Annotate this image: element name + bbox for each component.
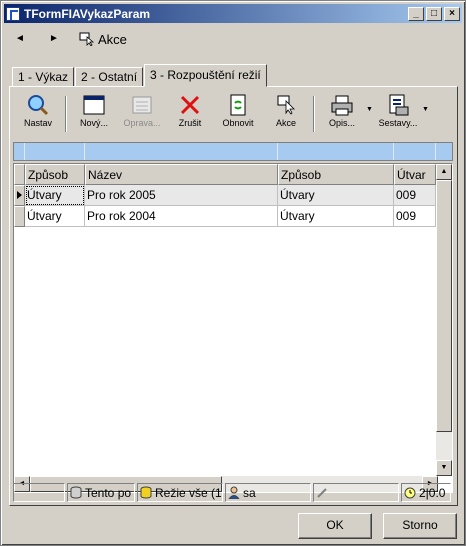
akce-label: Akce [275,118,296,128]
column-header[interactable]: Útvar [394,164,436,185]
data-grid[interactable]: Způsob Název Způsob Útvar Útvary Pro rok… [13,163,453,493]
table-cell[interactable]: Útvary [25,185,85,206]
vertical-scroll-thumb[interactable] [436,180,452,432]
close-button[interactable]: × [444,6,460,21]
filter-bar[interactable] [13,142,453,161]
table-row[interactable]: Útvary Pro rok 2005 Útvary 009 [14,185,436,206]
nav-bar: ◄ ► Akce [9,28,127,50]
column-header[interactable]: Způsob [278,164,394,185]
refresh-icon [226,94,250,116]
maximize-button[interactable]: □ [426,6,442,21]
printer-icon [330,94,354,116]
novy-button[interactable]: Nový... [70,92,118,136]
column-header[interactable]: Způsob [25,164,85,185]
sestavy-dropdown-icon[interactable]: ▼ [422,106,430,113]
opis-dropdown-icon[interactable]: ▼ [366,106,374,113]
column-header[interactable]: Název [85,164,278,185]
opis-button[interactable]: Opis... [318,92,366,136]
status-rezie-label: Režie vše (1 [155,485,222,500]
toolbar-separator [65,96,67,132]
table-cell[interactable]: Pro rok 2004 [85,206,278,227]
title-bar[interactable]: TFormFIAVykazParam _ □ × [4,4,462,23]
toolbar: Nastav Nový... Oprava... Zrušit Obnovit … [14,92,454,138]
edit-form-icon [130,94,154,116]
magnifier-icon [26,94,50,116]
zrusit-button[interactable]: Zrušit [166,92,214,136]
user-icon [228,486,240,500]
table-cell[interactable]: 009 [394,206,436,227]
table-cell[interactable]: Útvary [278,185,394,206]
pointer-cursor-icon [79,32,95,47]
sestavy-button[interactable]: Sestavy... [374,92,422,136]
status-clock-label: 2|0:0 [419,485,446,500]
new-window-icon [82,94,106,116]
row-indicator [14,185,25,206]
header-indicator [14,164,25,185]
table-cell[interactable]: Útvary [278,206,394,227]
novy-label: Nový... [79,118,108,128]
filter-cell[interactable] [278,143,394,160]
window-title: TFormFIAVykazParam [24,6,151,21]
storno-button[interactable]: Storno [383,513,457,539]
status-user-label: sa [243,485,256,500]
obnovit-button[interactable]: Obnovit [214,92,262,136]
database-icon [70,486,82,499]
clock-icon [404,486,416,499]
ok-button[interactable]: OK [298,513,372,539]
tab-rozpousteni-rezii[interactable]: 3 - Rozpouštění režií [144,64,267,87]
filter-cell[interactable] [14,143,25,160]
table-row[interactable]: Útvary Pro rok 2004 Útvary 009 [14,206,436,227]
tab-strip: 1 - Výkaz 2 - Ostatní 3 - Rozpouštění re… [12,64,268,87]
app-icon [6,6,20,21]
akce-menu-button[interactable]: Akce [79,32,127,47]
delete-x-icon [178,94,202,116]
nastav-label: Nastav [23,118,52,128]
opis-label: Opis... [328,118,355,128]
status-panel-empty [13,483,65,502]
sestavy-label: Sestavy... [378,118,418,128]
filter-cell[interactable] [25,143,85,160]
akce-label: Akce [98,31,127,47]
status-panel-database: Tento po [67,483,135,502]
zrusit-label: Zrušit [178,118,202,128]
status-panel-tool [313,483,399,502]
vertical-scrollbar[interactable]: ▲ ▼ [436,164,452,476]
pen-tool-icon [316,486,328,499]
tab-page: Nastav Nový... Oprava... Zrušit Obnovit … [9,86,458,506]
oprava-label: Oprava... [123,118,161,128]
forward-arrow-icon[interactable]: ► [43,28,65,50]
main-window: TFormFIAVykazParam _ □ × ◄ ► Akce 1 - Vý… [0,0,466,546]
back-arrow-icon[interactable]: ◄ [9,28,31,50]
yellow-database-icon [140,486,152,499]
status-panel-user: sa [225,483,311,502]
dialog-footer: OK Storno [1,509,465,545]
scroll-down-icon[interactable]: ▼ [436,460,452,476]
status-database-label: Tento po [85,485,132,500]
scroll-up-icon[interactable]: ▲ [436,164,452,180]
oprava-button[interactable]: Oprava... [118,92,166,136]
row-indicator [14,206,25,227]
tab-ostatni[interactable]: 2 - Ostatní [75,67,144,87]
tab-vykaz[interactable]: 1 - Výkaz [12,67,75,87]
status-bar: Tento po Režie vše (1 sa 2|0:0 [13,483,453,502]
table-cell[interactable]: 009 [394,185,436,206]
filter-cell[interactable] [394,143,436,160]
table-cell[interactable]: Pro rok 2005 [85,185,278,206]
status-panel-rezie: Režie vše (1 [137,483,223,502]
current-row-arrow-icon [17,191,22,199]
toolbar-separator [313,96,315,132]
report-icon [386,94,410,116]
filter-cell[interactable] [85,143,278,160]
grid-header: Způsob Název Způsob Útvar [14,164,436,185]
table-cell[interactable]: Útvary [25,206,85,227]
status-panel-clock: 2|0:0 [401,483,451,502]
akce-button[interactable]: Akce [262,92,310,136]
minimize-button[interactable]: _ [408,6,424,21]
obnovit-label: Obnovit [222,118,254,128]
nastav-button[interactable]: Nastav [14,92,62,136]
pointer-cursor-icon [274,94,298,116]
